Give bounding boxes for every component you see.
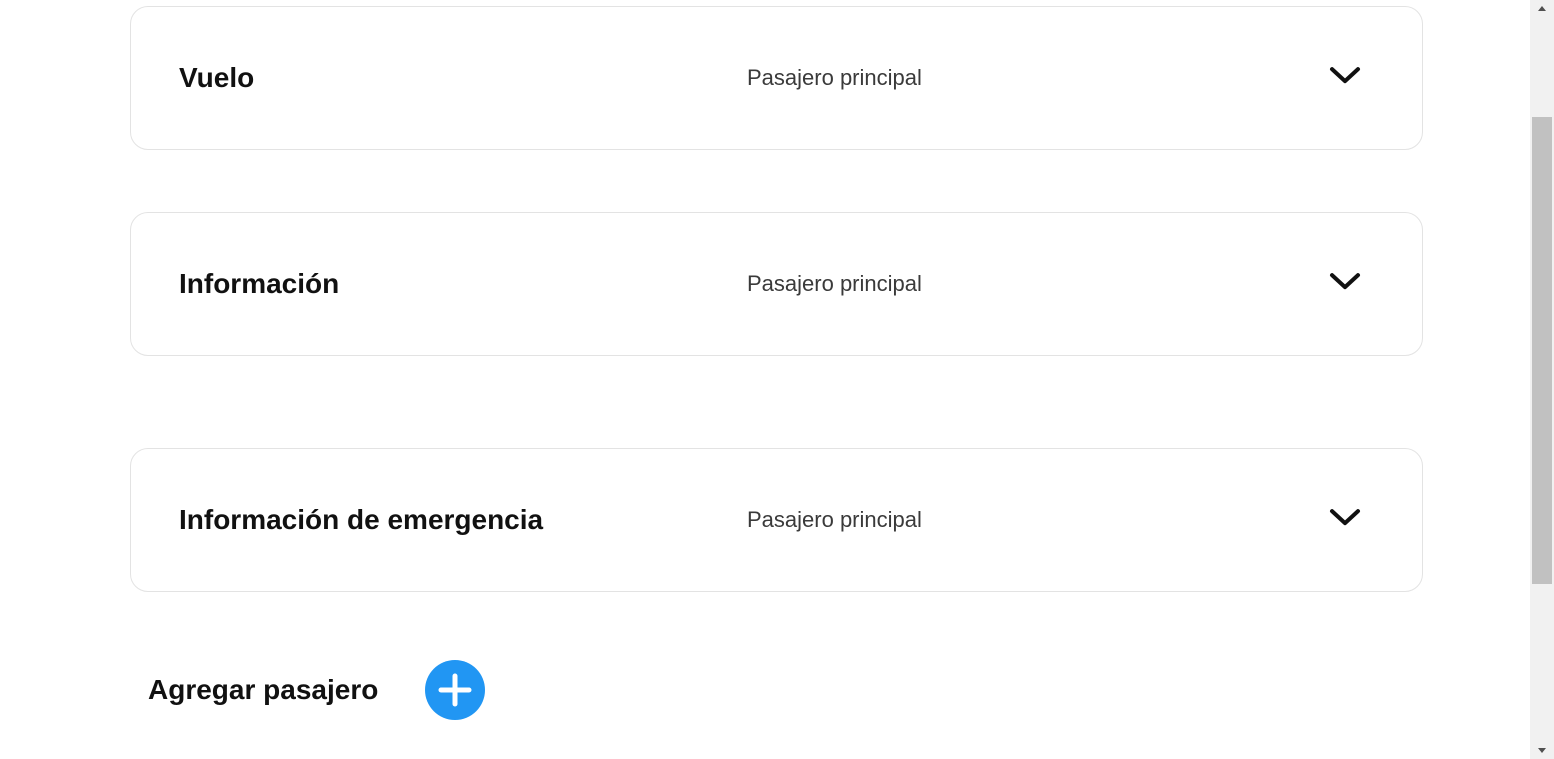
- vertical-scrollbar[interactable]: [1530, 0, 1554, 759]
- add-passenger-label: Agregar pasajero: [148, 674, 379, 705]
- plus-icon: [438, 673, 472, 707]
- accordion-informacion[interactable]: Información Pasajero principal: [130, 212, 1423, 356]
- add-passenger-button[interactable]: [425, 660, 485, 720]
- chevron-down-icon[interactable]: [1328, 269, 1362, 293]
- scroll-up-arrow-icon[interactable]: [1530, 0, 1554, 17]
- section-title: Información: [179, 268, 340, 299]
- chevron-down-icon[interactable]: [1328, 505, 1362, 529]
- add-passenger-row: Agregar pasajero: [148, 660, 485, 720]
- chevron-down-icon[interactable]: [1328, 63, 1362, 87]
- section-subtitle: Pasajero principal: [747, 271, 922, 296]
- section-subtitle: Pasajero principal: [747, 65, 922, 90]
- scrollbar-thumb[interactable]: [1532, 117, 1552, 584]
- accordion-vuelo[interactable]: Vuelo Pasajero principal: [130, 6, 1423, 150]
- section-subtitle: Pasajero principal: [747, 507, 922, 532]
- page: Vuelo Pasajero principal Información Pas…: [0, 0, 1554, 759]
- accordion-informacion-emergencia[interactable]: Información de emergencia Pasajero princ…: [130, 448, 1423, 592]
- section-title: Información de emergencia: [179, 504, 544, 535]
- section-title: Vuelo: [179, 62, 255, 93]
- scroll-down-arrow-icon[interactable]: [1530, 742, 1554, 759]
